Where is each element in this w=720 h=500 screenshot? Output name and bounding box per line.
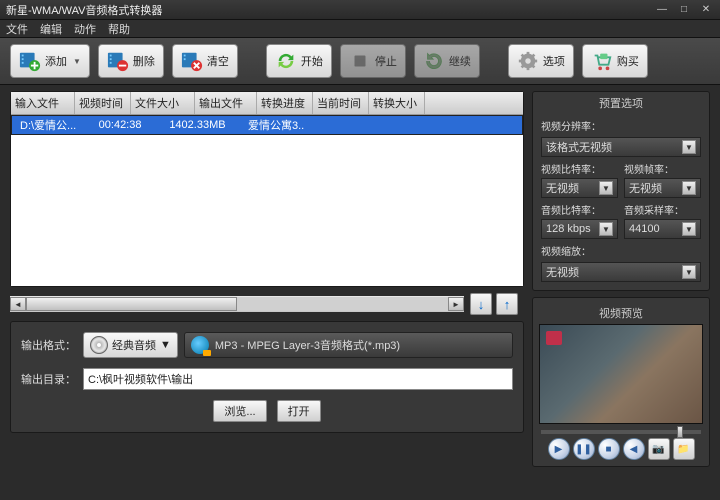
cd-icon bbox=[90, 336, 108, 354]
add-label: 添加 bbox=[45, 53, 67, 69]
menu-file[interactable]: 文件 bbox=[6, 21, 28, 37]
resolution-select[interactable]: 该格式无视频▼ bbox=[541, 137, 701, 157]
options-label: 选项 bbox=[543, 53, 565, 69]
open-button[interactable]: 打开 bbox=[277, 400, 321, 422]
minimize-button[interactable]: — bbox=[654, 4, 670, 16]
pause-button[interactable]: ❚❚ bbox=[573, 438, 595, 460]
move-down-button[interactable]: ↓ bbox=[470, 293, 492, 315]
seek-slider[interactable] bbox=[541, 430, 701, 434]
film-remove-icon bbox=[107, 50, 129, 72]
film-clear-icon bbox=[181, 50, 203, 72]
video-bitrate-select[interactable]: 无视频▼ bbox=[541, 178, 618, 198]
chevron-down-icon: ▼ bbox=[73, 57, 81, 66]
toolbar: 添加 ▼ 删除 清空 开始 停止 继续 选项 购买 bbox=[0, 38, 720, 85]
stop-label: 停止 bbox=[375, 53, 397, 69]
resume-button[interactable]: 继续 bbox=[414, 44, 480, 78]
browse-button[interactable]: 浏览... bbox=[213, 400, 266, 422]
start-label: 开始 bbox=[301, 53, 323, 69]
scroll-left-icon[interactable]: ◄ bbox=[10, 297, 26, 311]
chevron-down-icon: ▼ bbox=[682, 140, 696, 154]
table-header: 输入文件 视频时间 文件大小 输出文件 转换进度 当前时间 转换大小 bbox=[11, 92, 523, 115]
resume-icon bbox=[423, 50, 445, 72]
video-zoom-select[interactable]: 无视频▼ bbox=[541, 262, 701, 282]
horizontal-scrollbar[interactable]: ◄ ► bbox=[10, 296, 464, 312]
cart-icon bbox=[591, 50, 613, 72]
output-dir-input[interactable] bbox=[83, 368, 513, 390]
start-button[interactable]: 开始 bbox=[266, 44, 332, 78]
add-button[interactable]: 添加 ▼ bbox=[10, 44, 90, 78]
preview-panel: 视频预览 ▶ ❚❚ ■ ◀ 📷 📁 bbox=[532, 297, 710, 467]
buy-button[interactable]: 购买 bbox=[582, 44, 648, 78]
remove-label: 删除 bbox=[133, 53, 155, 69]
format-select[interactable]: MP3 - MPEG Layer-3音频格式(*.mp3) bbox=[184, 332, 513, 358]
play-button[interactable]: ▶ bbox=[548, 438, 570, 460]
remove-button[interactable]: 删除 bbox=[98, 44, 164, 78]
table-row[interactable]: D:\爱情公... 00:42:38 1402.33MB 爱情公寓3... bbox=[11, 115, 523, 135]
menu-help[interactable]: 帮助 bbox=[108, 21, 130, 37]
preview-image bbox=[539, 324, 703, 424]
chevron-down-icon: ▼ bbox=[160, 339, 171, 351]
scroll-right-icon[interactable]: ► bbox=[448, 297, 464, 311]
stop-icon bbox=[349, 50, 371, 72]
gear-icon bbox=[517, 50, 539, 72]
menu-action[interactable]: 动作 bbox=[74, 21, 96, 37]
output-panel: 输出格式： 经典音频 ▼ MP3 - MPEG Layer-3音频格式(*.mp… bbox=[10, 321, 524, 433]
mp3-icon bbox=[191, 336, 209, 354]
preview-title: 视频预览 bbox=[539, 302, 703, 324]
folder-button[interactable]: 📁 bbox=[673, 438, 695, 460]
menubar: 文件 编辑 动作 帮助 bbox=[0, 20, 720, 38]
video-fps-select[interactable]: 无视频▼ bbox=[624, 178, 701, 198]
titlebar: 新星-WMA/WAV音频格式转换器 — □ ✕ bbox=[0, 0, 720, 20]
snapshot-button[interactable]: 📷 bbox=[648, 438, 670, 460]
options-button[interactable]: 选项 bbox=[508, 44, 574, 78]
maximize-button[interactable]: □ bbox=[676, 4, 692, 16]
window-title: 新星-WMA/WAV音频格式转换器 bbox=[6, 2, 162, 18]
volume-button[interactable]: ◀ bbox=[623, 438, 645, 460]
file-table: 输入文件 视频时间 文件大小 输出文件 转换进度 当前时间 转换大小 D:\爱情… bbox=[10, 91, 524, 287]
close-button[interactable]: ✕ bbox=[698, 4, 714, 16]
move-up-button[interactable]: ↑ bbox=[496, 293, 518, 315]
clear-label: 清空 bbox=[207, 53, 229, 69]
preset-panel: 预置选项 视频分辨率： 该格式无视频▼ 视频比特率： 无视频▼ 视频帧率： 无视… bbox=[532, 91, 710, 291]
resume-label: 继续 bbox=[449, 53, 471, 69]
category-select[interactable]: 经典音频 ▼ bbox=[83, 332, 178, 358]
refresh-icon bbox=[275, 50, 297, 72]
table-body[interactable]: D:\爱情公... 00:42:38 1402.33MB 爱情公寓3... bbox=[11, 115, 523, 286]
output-dir-label: 输出目录： bbox=[21, 371, 77, 387]
audio-bitrate-select[interactable]: 128 kbps▼ bbox=[541, 219, 618, 239]
buy-label: 购买 bbox=[617, 53, 639, 69]
audio-sample-select[interactable]: 44100▼ bbox=[624, 219, 701, 239]
film-add-icon bbox=[19, 50, 41, 72]
stop-button[interactable]: 停止 bbox=[340, 44, 406, 78]
output-format-label: 输出格式： bbox=[21, 337, 77, 353]
clear-button[interactable]: 清空 bbox=[172, 44, 238, 78]
stop-preview-button[interactable]: ■ bbox=[598, 438, 620, 460]
preset-title: 预置选项 bbox=[533, 92, 709, 114]
menu-edit[interactable]: 编辑 bbox=[40, 21, 62, 37]
